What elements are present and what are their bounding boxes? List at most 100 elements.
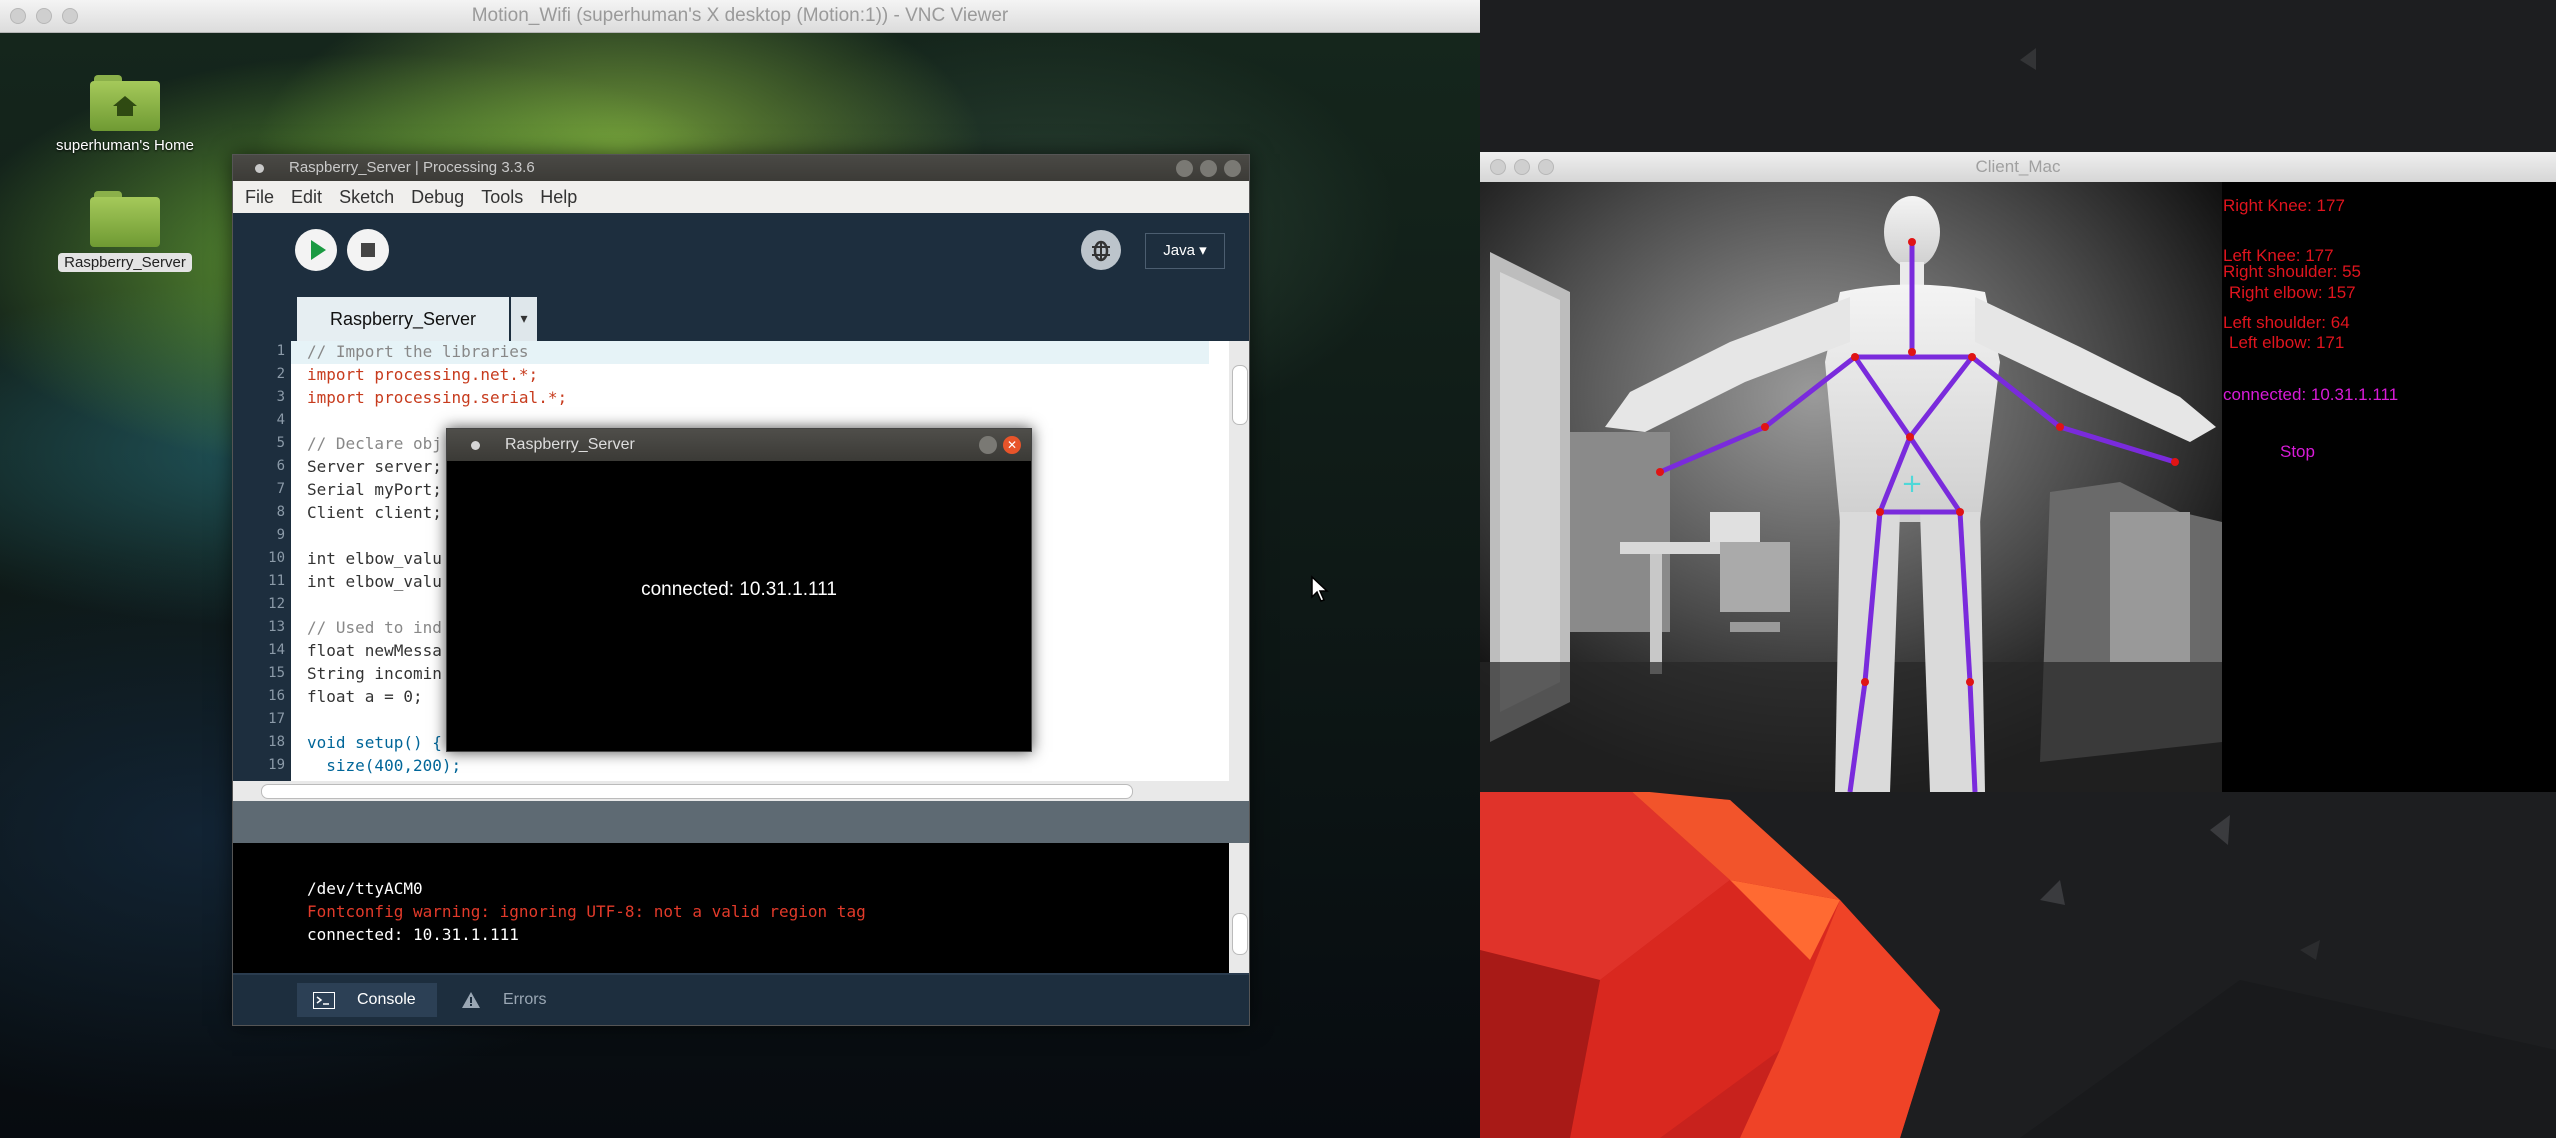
warning-icon [462, 992, 480, 1008]
home-folder-icon [90, 75, 160, 131]
code-line: size(400,200); [307, 756, 462, 775]
minimize-button[interactable] [36, 8, 52, 24]
left-shoulder-readout: Left shoulder: 64 [2223, 313, 2350, 332]
menu-debug[interactable]: Debug [411, 187, 464, 207]
client-titlebar[interactable]: Client_Mac [1480, 152, 2556, 182]
right-shoulder-readout: Right shoulder: 55 [2223, 262, 2361, 281]
client-window-title: Client_Mac [1975, 157, 2061, 176]
line-number: 18 [268, 734, 285, 750]
line-number: 8 [276, 504, 285, 520]
zoom-button[interactable] [1538, 159, 1554, 175]
line-number: 13 [268, 619, 285, 635]
desktop-icon-label: superhuman's Home [56, 137, 194, 154]
tab-menu-button[interactable]: ▾ [511, 297, 537, 341]
menu-edit[interactable]: Edit [291, 187, 322, 207]
code-line: void setup() { [307, 733, 442, 752]
ide-toolbar: Java ▾ [233, 213, 1249, 283]
console-scrollbar[interactable] [1229, 843, 1249, 973]
line-number: 7 [276, 481, 285, 497]
stop-icon [361, 243, 375, 257]
errors-tab-label: Errors [503, 991, 547, 1008]
desktop-icon-home[interactable]: superhuman's Home [40, 75, 210, 154]
code-line: Serial myPort; [307, 480, 442, 499]
code-line: // Used to ind [307, 618, 442, 637]
minimize-button[interactable] [1176, 160, 1193, 177]
mac-desktop: Client_Mac + Right Knee: 177 Left Knee: … [1480, 0, 2556, 1138]
editor-vertical-scrollbar[interactable] [1229, 341, 1249, 781]
console-line: connected: 10.31.1.111 [307, 925, 519, 944]
minimize-button[interactable] [1514, 159, 1530, 175]
line-number: 6 [276, 458, 285, 474]
svg-text:+: + [1901, 469, 1923, 499]
maximize-button[interactable] [1200, 160, 1217, 177]
mode-selector[interactable]: Java ▾ [1145, 233, 1225, 269]
console-line: /dev/ttyACM0 [307, 879, 423, 898]
ide-titlebar[interactable]: Raspberry_Server | Processing 3.3.6 [233, 155, 1249, 181]
sketch-titlebar[interactable]: Raspberry_Server ✕ [447, 429, 1031, 461]
menu-file[interactable]: File [245, 187, 274, 207]
menu-help[interactable]: Help [540, 187, 577, 207]
line-number: 3 [276, 389, 285, 405]
debug-button[interactable] [1081, 230, 1121, 270]
line-number: 11 [268, 573, 285, 589]
line-number: 4 [276, 412, 285, 428]
desktop-icon-raspberry-server[interactable]: Raspberry_Server [40, 191, 210, 272]
console-line-error: Fontconfig warning: ignoring UTF-8: not … [307, 902, 866, 921]
close-button[interactable] [10, 8, 26, 24]
menu-sketch[interactable]: Sketch [339, 187, 394, 207]
window-menu-icon[interactable] [471, 441, 480, 450]
vnc-titlebar[interactable]: Motion_Wifi (superhuman's X desktop (Mot… [0, 0, 1480, 33]
line-number: 16 [268, 688, 285, 704]
line-number: 2 [276, 366, 285, 382]
scroll-thumb[interactable] [1232, 365, 1248, 425]
line-number: 5 [276, 435, 285, 451]
editor-horizontal-scrollbar[interactable] [233, 781, 1249, 801]
minimize-button[interactable] [979, 436, 997, 454]
errors-tab[interactable]: Errors [447, 983, 567, 1017]
zoom-button[interactable] [62, 8, 78, 24]
sketch-window: Raspberry_Server ✕ connected: 10.31.1.11… [446, 428, 1032, 752]
console-icon [313, 992, 335, 1009]
folder-icon [90, 191, 160, 247]
stop-button[interactable]: Stop [2280, 442, 2315, 462]
close-button[interactable] [1224, 160, 1241, 177]
vnc-viewer-window: Motion_Wifi (superhuman's X desktop (Mot… [0, 0, 1480, 1138]
menu-tools[interactable]: Tools [481, 187, 523, 207]
kinect-depth-view: + Right Knee: 177 Left Knee: 177 Right s… [1480, 182, 2556, 793]
debug-icon [1092, 240, 1110, 262]
line-number: 17 [268, 711, 285, 727]
desktop-icon-label: Raspberry_Server [58, 253, 192, 272]
editor-console-divider[interactable] [233, 801, 1249, 843]
code-line: Client client; [307, 503, 442, 522]
code-line: int elbow_valu [307, 572, 442, 591]
window-menu-icon[interactable] [255, 164, 264, 173]
code-line: Server server; [307, 457, 442, 476]
line-number: 9 [276, 527, 285, 543]
code-line: // Import the libraries [307, 342, 529, 361]
line-number: 1 [276, 343, 285, 359]
console-tab[interactable]: Console [297, 983, 437, 1017]
run-icon [311, 240, 326, 260]
stop-button[interactable] [347, 229, 389, 271]
depth-image: + [1480, 182, 2556, 793]
close-button[interactable]: ✕ [1003, 436, 1021, 454]
line-number-gutter: 1 2 3 4 5 6 7 8 9 10 11 12 13 14 15 16 1… [233, 341, 291, 781]
line-number: 12 [268, 596, 285, 612]
code-line: // Declare obj [307, 434, 442, 453]
left-elbow-readout: Left elbow: 171 [2229, 333, 2345, 352]
connection-status: connected: 10.31.1.111 [2223, 385, 2399, 404]
client-mac-window: Client_Mac + Right Knee: 177 Left Knee: … [1480, 152, 2556, 793]
scroll-thumb[interactable] [1232, 913, 1248, 955]
right-elbow-readout: Right elbow: 157 [2229, 283, 2356, 302]
code-line: import processing.net.*; [307, 365, 539, 384]
tab-raspberry-server[interactable]: Raspberry_Server [297, 297, 509, 341]
run-button[interactable] [295, 229, 337, 271]
code-line: int elbow_valu [307, 549, 442, 568]
line-number: 10 [268, 550, 285, 566]
sketch-title: Raspberry_Server [505, 436, 635, 453]
console-output: /dev/ttyACM0 Fontconfig warning: ignorin… [233, 843, 1249, 973]
ide-menubar: File Edit Sketch Debug Tools Help [233, 181, 1249, 213]
scroll-thumb[interactable] [261, 784, 1133, 799]
close-button[interactable] [1490, 159, 1506, 175]
line-number: 14 [268, 642, 285, 658]
